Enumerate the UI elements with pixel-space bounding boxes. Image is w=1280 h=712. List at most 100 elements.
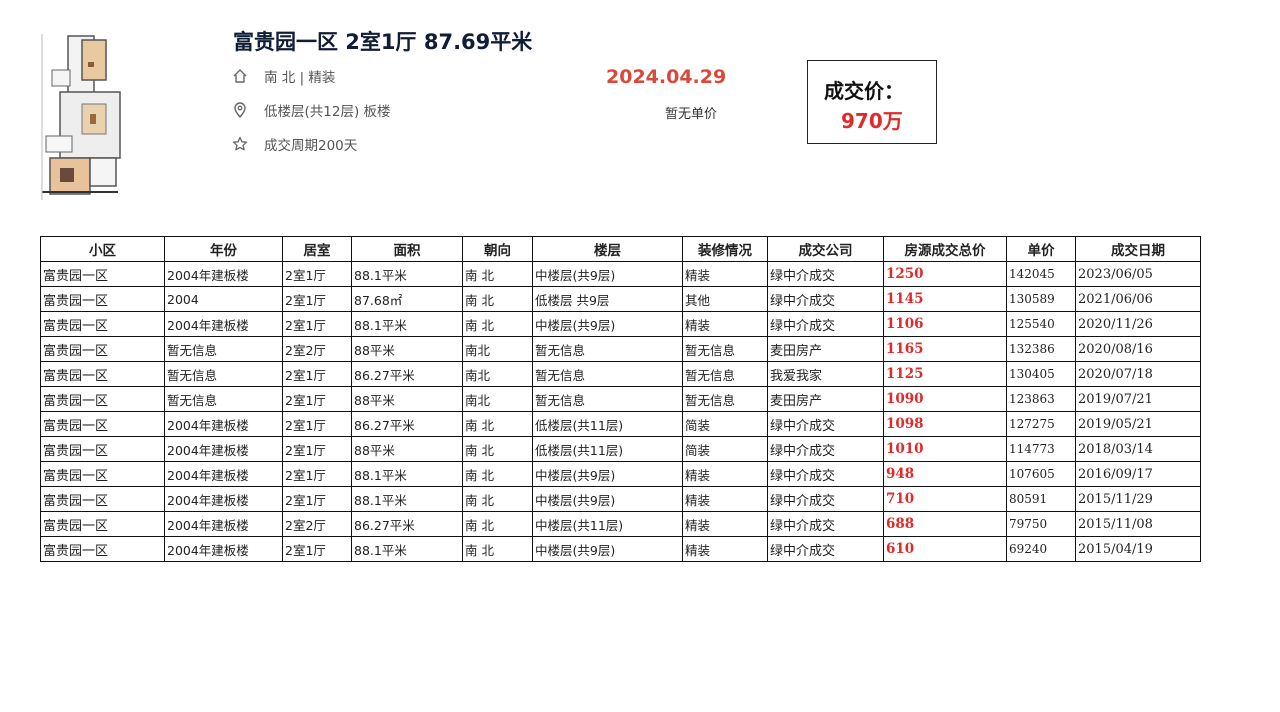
- cell-orientation: 南 北: [462, 511, 533, 537]
- home-icon: [232, 68, 248, 84]
- cell-agency: 绿中介成交: [767, 536, 884, 562]
- cell-area: 88平米: [351, 336, 463, 362]
- table-row: 富贵园一区 暂无信息 2室1厅 88平米 南北 暂无信息 暂无信息 麦田房产 1090 12386…: [40, 386, 1201, 412]
- cell-rooms: 2室1厅: [282, 261, 352, 287]
- floorplan-image: [38, 32, 122, 202]
- cell-orientation: 南 北: [462, 311, 533, 337]
- table-row: 富贵园一区 2004年建板楼 2室1厅 88平米南 北低楼层(共11层) 简装 绿中介成交…: [40, 436, 1201, 462]
- cell-area: 86.27平米: [351, 511, 463, 537]
- cell-rooms: 2室1厅: [282, 361, 352, 387]
- cell-floor: 暂无信息: [532, 386, 683, 412]
- cell-agency: 绿中介成交: [767, 261, 884, 287]
- cell-decoration: 其他: [682, 286, 768, 312]
- cell-unit-price: 107605: [1006, 461, 1076, 487]
- cell-year: 2004年建板楼: [164, 311, 283, 337]
- cell-floor: 低楼层 共9层: [532, 286, 683, 312]
- cell-year: 2004年建板楼: [164, 486, 283, 512]
- cell-community: 富贵园一区: [40, 486, 165, 512]
- cell-unit-price: 80591: [1006, 486, 1076, 512]
- cell-decoration: 简装: [682, 411, 768, 437]
- cell-agency: 麦田房产: [767, 336, 884, 362]
- cycle-row: 成交周期200天: [232, 134, 357, 154]
- table-header-row: 小区 年份 居室 面积 朝向 楼层 装修情况 成交公司 房源成交总价 单价 成交…: [40, 236, 1201, 262]
- cell-orientation: 南北: [462, 361, 533, 387]
- cell-area: 88.1平米: [351, 536, 463, 562]
- cell-deal-date: 2020/08/16: [1075, 336, 1201, 362]
- unit-price-note: 暂无单价: [665, 107, 718, 122]
- cell-decoration: 简装: [682, 436, 768, 462]
- table-row: 富贵园一区 2004年建板楼 2室1厅 88.1平米南 北中楼层(共9层) 精装 绿中介成…: [40, 461, 1201, 487]
- cell-deal-date: 2019/07/21: [1075, 386, 1201, 412]
- cell-area: 88平米: [351, 436, 463, 462]
- cell-agency: 绿中介成交: [767, 436, 884, 462]
- cell-decoration: 精装: [682, 486, 768, 512]
- cell-decoration: 精装: [682, 461, 768, 487]
- cell-rooms: 2室1厅: [282, 386, 352, 412]
- cell-rooms: 2室1厅: [282, 411, 352, 437]
- cell-total-price: 1010: [883, 436, 1007, 462]
- cell-floor: 暂无信息: [532, 336, 683, 362]
- listing-title: 富贵园一区 2室1厅 87.69平米: [233, 30, 533, 54]
- cell-year: 2004年建板楼: [164, 436, 283, 462]
- cell-orientation: 南 北: [462, 411, 533, 437]
- cell-year: 暂无信息: [164, 361, 283, 387]
- cell-unit-price: 125540: [1006, 311, 1076, 337]
- cell-deal-date: 2016/09/17: [1075, 461, 1201, 487]
- cell-floor: 中楼层(共9层): [532, 311, 683, 337]
- orientation-row: 南 北 | 精装: [232, 66, 335, 86]
- header-agency: 成交公司: [767, 236, 884, 262]
- cell-total-price: 1165: [883, 336, 1007, 362]
- cell-unit-price: 79750: [1006, 511, 1076, 537]
- cell-deal-date: 2020/07/18: [1075, 361, 1201, 387]
- cell-year: 2004: [164, 286, 283, 312]
- cell-year: 2004年建板楼: [164, 261, 283, 287]
- cell-decoration: 精装: [682, 261, 768, 287]
- cell-area: 86.27平米: [351, 411, 463, 437]
- cell-unit-price: 114773: [1006, 436, 1076, 462]
- cell-unit-price: 132386: [1006, 336, 1076, 362]
- cell-area: 88.1平米: [351, 461, 463, 487]
- cell-community: 富贵园一区: [40, 511, 165, 537]
- cell-floor: 中楼层(共11层): [532, 511, 683, 537]
- header-deal-date: 成交日期: [1075, 236, 1201, 262]
- floorplan-drawing: [38, 32, 122, 202]
- cell-unit-price: 130589: [1006, 286, 1076, 312]
- cell-agency: 绿中介成交: [767, 311, 884, 337]
- cell-community: 富贵园一区: [40, 411, 165, 437]
- deal-price-label: 成交价：: [824, 79, 904, 103]
- table-row: 富贵园一区 2004年建板楼 2室1厅 88.1平米南 北中楼层(共9层) 精装 绿中介成…: [40, 261, 1201, 287]
- cell-total-price: 1250: [883, 261, 1007, 287]
- location-pin-icon: [232, 102, 248, 118]
- cell-rooms: 2室1厅: [282, 461, 352, 487]
- cell-total-price: 610: [883, 536, 1007, 562]
- cell-community: 富贵园一区: [40, 436, 165, 462]
- cell-orientation: 南北: [462, 386, 533, 412]
- cell-area: 88平米: [351, 386, 463, 412]
- cell-deal-date: 2020/11/26: [1075, 311, 1201, 337]
- header-decoration: 装修情况: [682, 236, 768, 262]
- cell-community: 富贵园一区: [40, 386, 165, 412]
- cell-community: 富贵园一区: [40, 261, 165, 287]
- table-row: 富贵园一区 暂无信息 2室2厅 88平米 南北 暂无信息 暂无信息 麦田房产 1165 13238…: [40, 336, 1201, 362]
- header-orientation: 朝向: [462, 236, 533, 262]
- cell-year: 2004年建板楼: [164, 461, 283, 487]
- cell-decoration: 精装: [682, 511, 768, 537]
- cell-agency: 麦田房产: [767, 386, 884, 412]
- cell-rooms: 2室1厅: [282, 536, 352, 562]
- cell-rooms: 2室2厅: [282, 336, 352, 362]
- cell-total-price: 688: [883, 511, 1007, 537]
- cell-rooms: 2室1厅: [282, 436, 352, 462]
- cell-decoration: 精装: [682, 311, 768, 337]
- cell-orientation: 南北: [462, 336, 533, 362]
- header-floor: 楼层: [532, 236, 683, 262]
- cell-rooms: 2室1厅: [282, 311, 352, 337]
- cell-community: 富贵园一区: [40, 536, 165, 562]
- cell-deal-date: 2015/11/08: [1075, 511, 1201, 537]
- cell-year: 2004年建板楼: [164, 411, 283, 437]
- cell-community: 富贵园一区: [40, 286, 165, 312]
- cell-floor: 中楼层(共9层): [532, 461, 683, 487]
- cell-agency: 绿中介成交: [767, 511, 884, 537]
- table-row: 富贵园一区 2004年建板楼 2室2厅 86.27平米南 北中楼层(共11层) 精装 绿中…: [40, 511, 1201, 537]
- cell-total-price: 1090: [883, 386, 1007, 412]
- deal-price-value: 970万: [841, 109, 903, 133]
